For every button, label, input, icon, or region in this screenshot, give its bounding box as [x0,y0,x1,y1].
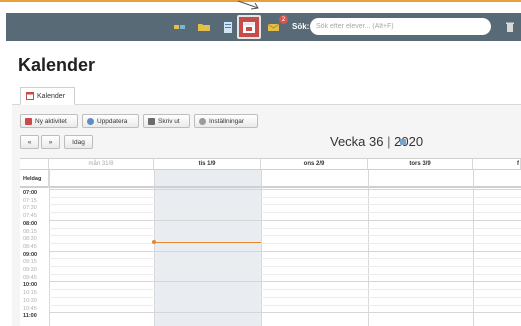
tab-bar [12,104,521,105]
day-header-tue[interactable]: tis 1/9 [154,159,261,170]
time-label: 10:45 [23,305,37,312]
column-divider [473,170,474,326]
time-slot-line [49,296,521,298]
time-slot-line [49,242,521,244]
notification-badge: 2 [279,15,288,24]
allday-row[interactable] [20,170,521,188]
time-label: 09:00 [23,251,38,258]
time-slot-line [49,196,521,198]
prev-week-button[interactable]: « [20,135,39,149]
time-label: 10:30 [23,297,37,304]
tab-label: Kalender [37,92,66,100]
time-slot-line [49,289,521,291]
time-slot-line [49,258,521,260]
week-year: 2020 [394,134,424,149]
today-label: Idag [72,138,85,146]
trash-icon[interactable] [502,19,518,35]
refresh-label: Uppdatera [97,117,128,125]
calendar-icon[interactable] [237,15,261,39]
time-slot-line [49,304,521,306]
column-divider [49,170,50,326]
time-label: 09:30 [23,267,37,273]
print-label: Skriv ut [158,117,180,125]
day-header-mon[interactable]: mån 31/8 [49,159,154,170]
time-slot-line [49,312,521,314]
new-activity-button[interactable]: Ny aktivitet [20,114,78,128]
search-label: Sök: [292,22,310,31]
settings-button[interactable]: Inställningar [194,114,258,128]
settings-label: Inställningar [209,117,245,125]
time-label: 10:00 [23,282,38,289]
time-label: 07:15 [23,197,37,204]
tab-kalender[interactable]: Kalender [20,87,75,105]
time-slot-line [49,219,521,221]
prev-week-label: « [27,138,32,146]
folder-icon[interactable] [196,19,212,35]
allday-label: Heldag [20,170,49,188]
column-divider [368,170,369,326]
printer-icon [148,117,155,125]
new-activity-label: Ny aktivitet [35,117,67,125]
document-icon[interactable] [220,19,236,35]
time-label: 08:30 [23,236,37,243]
time-slot-line [49,204,521,206]
next-week-label: » [48,138,53,146]
time-label: 08:15 [23,228,37,235]
time-slot-line [49,212,521,214]
time-label: 08:45 [23,243,37,250]
time-label: 09:45 [23,274,37,281]
time-label: 07:00 [23,190,38,196]
time-slot-line [49,189,521,190]
apps-icon[interactable] [172,19,188,35]
day-header-fri[interactable]: f [473,159,521,170]
week-label: Vecka 36 [330,134,384,149]
time-slot-line [49,273,521,275]
next-week-button[interactable]: » [41,135,60,149]
print-button[interactable]: Skriv ut [143,114,190,128]
week-separator: | [387,134,391,149]
refresh-icon [87,117,94,125]
time-label: 09:15 [23,259,37,266]
cursor-arrow-icon [237,0,259,10]
new-activity-icon [25,117,32,125]
week-title: Vecka 36 | 2020 [330,134,423,149]
search-input[interactable] [310,18,491,35]
time-label: 07:30 [23,205,37,212]
today-button[interactable]: Idag [64,135,93,149]
day-header-wed[interactable]: ons 2/9 [261,159,368,170]
date-picker-icon[interactable] [400,139,406,145]
time-label: 07:45 [23,213,37,220]
time-label: 08:00 [23,220,38,227]
column-divider [261,170,262,326]
week-calendar-grid: mån 31/8 tis 1/9 ons 2/9 tors 3/9 f Held… [20,158,521,326]
calendar-tab-icon [26,92,34,100]
time-slot-line [49,250,521,252]
column-divider [154,170,155,326]
time-slot-line [49,227,521,229]
current-time-line [154,241,261,243]
day-header-thu[interactable]: tors 3/9 [368,159,473,170]
time-label: 11:00 [23,313,37,320]
refresh-button[interactable]: Uppdatera [82,114,139,128]
time-slot-line [49,266,521,267]
page-title: Kalender [18,55,96,75]
time-slot-line [49,235,521,237]
corner-header [20,159,49,170]
today-column [154,170,261,326]
gear-icon [199,117,206,125]
time-label: 10:15 [23,290,37,297]
time-slot-line [49,281,521,283]
